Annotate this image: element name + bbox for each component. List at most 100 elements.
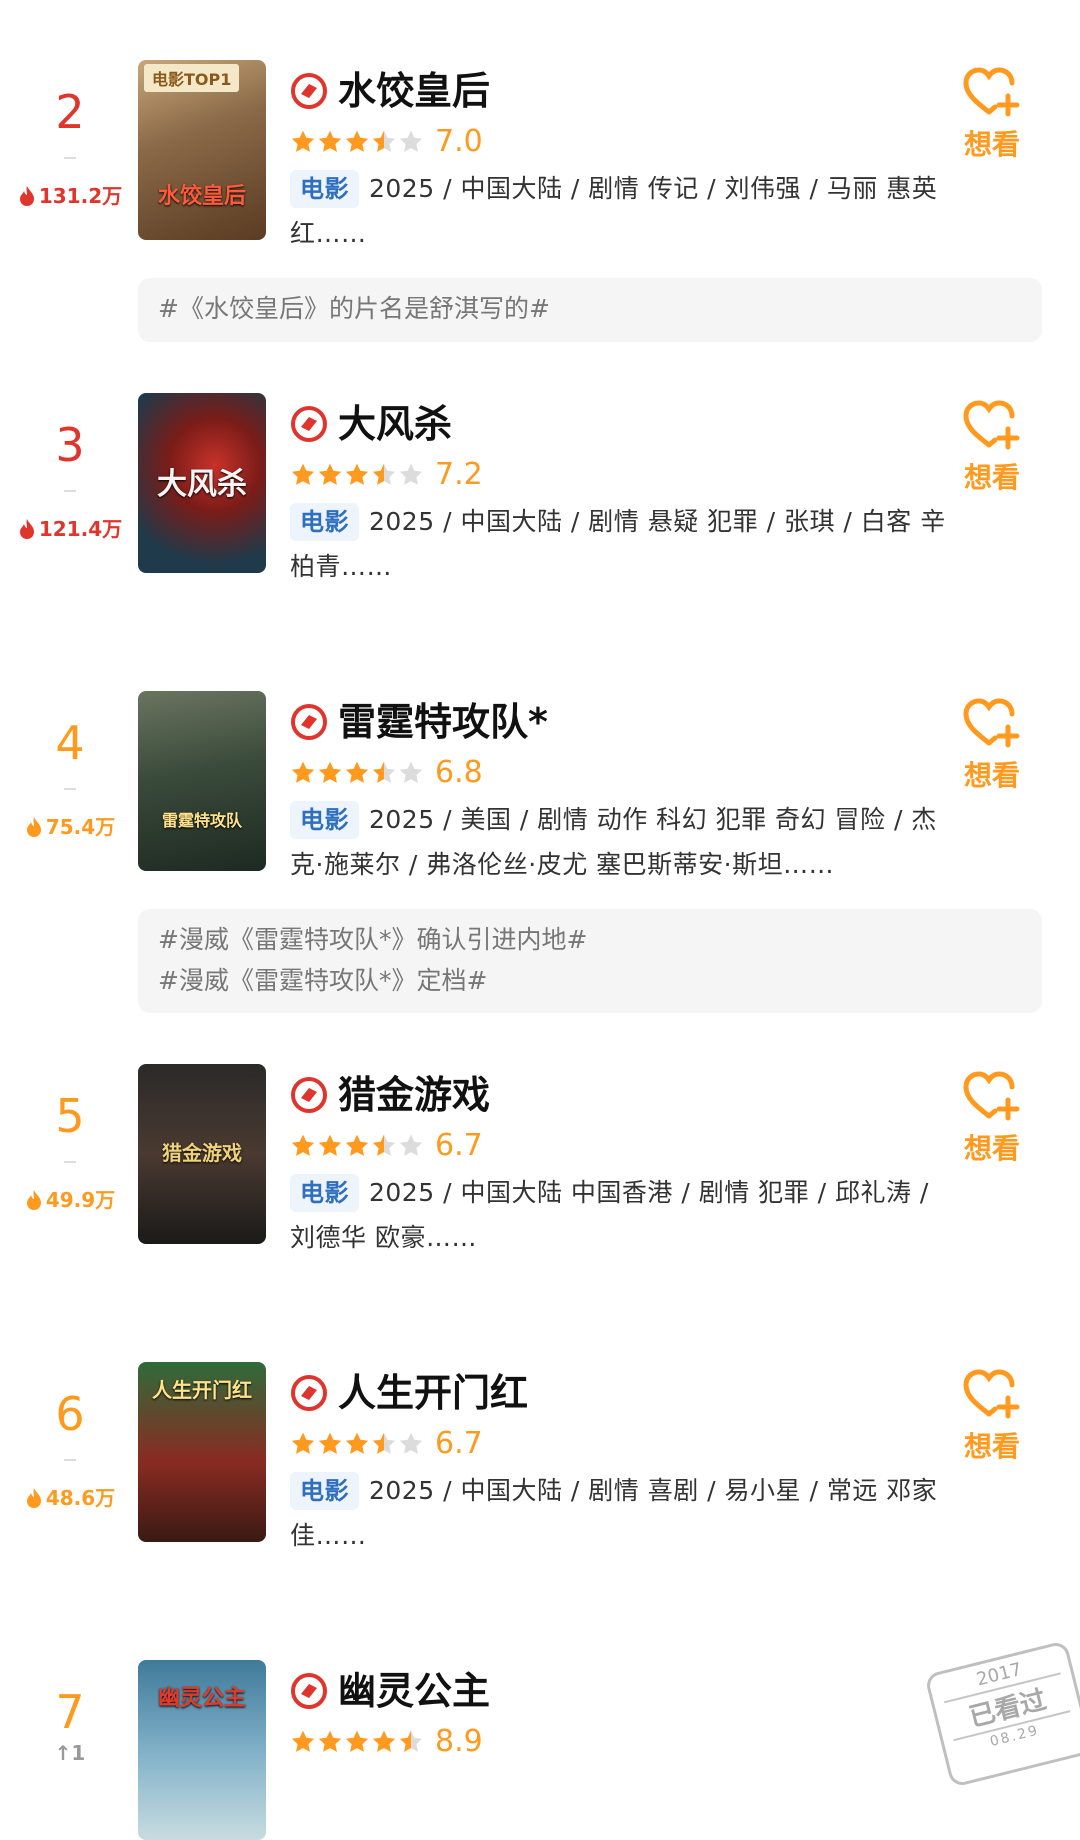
want-to-watch-button[interactable]: 想看	[952, 1070, 1032, 1168]
watched-stamp: 2017 已看过 08.29	[924, 1640, 1080, 1788]
heat-value: 48.6万	[45, 1486, 116, 1510]
rank-change: ↑1	[54, 1741, 86, 1765]
rating-score: 6.7	[435, 1426, 483, 1461]
star-icon	[345, 1134, 369, 1156]
want-to-watch-button[interactable]: 想看	[952, 399, 1032, 497]
movie-meta: 2025 / 中国大陆 中国香港 / 剧情 犯罪 / 邱礼涛 / 刘德华 欧豪……	[290, 1178, 929, 1252]
poster-title: 大风杀	[157, 467, 247, 502]
star-empty-icon	[399, 1134, 423, 1156]
title-row[interactable]: 幽灵公主	[290, 1664, 490, 1718]
movie-desc: 电影 2025 / 中国大陆 中国香港 / 剧情 犯罪 / 邱礼涛 / 刘德华 欧…	[290, 1170, 950, 1260]
title-row[interactable]: 水饺皇后	[290, 64, 490, 118]
star-icon	[372, 1730, 396, 1752]
heat-value: 121.4万	[38, 517, 123, 541]
movie-poster[interactable]: 大风杀	[138, 393, 266, 573]
title-row[interactable]: 雷霆特攻队*	[290, 695, 548, 749]
star-empty-icon	[399, 463, 423, 485]
weibo-movie-icon	[291, 704, 327, 740]
heart-plus-icon	[963, 1071, 1020, 1121]
movie-desc: 电影 2025 / 中国大陆 / 剧情 喜剧 / 易小星 / 常远 邓家佳……	[290, 1468, 950, 1558]
want-label: 想看	[963, 461, 1020, 494]
topic-link[interactable]: #《水饺皇后》的片名是舒淇写的#	[158, 288, 1022, 329]
movie-title[interactable]: 大风杀	[338, 397, 452, 451]
movie-title[interactable]: 雷霆特攻队*	[338, 695, 548, 749]
want-to-watch-button[interactable]: 想看	[952, 66, 1032, 164]
want-to-watch-button[interactable]: 想看	[952, 697, 1032, 795]
star-icon	[318, 761, 342, 783]
movie-desc: 电影 2025 / 美国 / 剧情 动作 科幻 犯罪 奇幻 冒险 / 杰克·施莱尔…	[290, 797, 950, 887]
rating-row: 7.0	[290, 122, 483, 162]
movie-poster[interactable]: 猎金游戏	[138, 1064, 266, 1244]
rank-number: 3	[55, 418, 85, 472]
rank-divider	[64, 1459, 76, 1461]
title-row[interactable]: 猎金游戏	[290, 1068, 490, 1122]
heat-count: 121.4万	[10, 516, 130, 542]
star-half-icon	[372, 463, 396, 485]
rank-divider	[64, 788, 76, 790]
rank-divider	[64, 157, 76, 159]
star-icon	[291, 130, 315, 152]
want-label: 想看	[963, 1430, 1020, 1463]
rating-score: 6.7	[435, 1128, 483, 1163]
star-icon	[291, 463, 315, 485]
poster-rank-tag: 电影TOP1	[144, 64, 240, 92]
rating-row: 6.7	[290, 1126, 483, 1166]
title-row[interactable]: 大风杀	[290, 397, 452, 451]
poster-title: 雷霆特攻队	[161, 811, 242, 830]
want-to-watch-button[interactable]: 想看	[952, 1368, 1032, 1466]
title-row[interactable]: 人生开门红	[290, 1366, 528, 1420]
rank-number: 5	[55, 1089, 85, 1143]
topic-box[interactable]: #漫威《雷霆特攻队*》确认引进内地# #漫威《雷霆特攻队*》定档#	[138, 909, 1042, 1013]
movie-title[interactable]: 人生开门红	[338, 1366, 528, 1420]
rank-divider	[64, 490, 76, 492]
heart-plus-icon	[963, 400, 1020, 450]
heart-plus-icon	[963, 698, 1020, 748]
topic-box[interactable]: #《水饺皇后》的片名是舒淇写的#	[138, 278, 1042, 342]
star-icon	[318, 1432, 342, 1454]
flame-icon	[26, 1488, 41, 1508]
category-badge: 电影	[290, 503, 359, 541]
movie-poster[interactable]: 幽灵公主	[138, 1660, 266, 1840]
poster-title: 幽灵公主	[157, 1685, 246, 1711]
star-icon	[345, 761, 369, 783]
rank-number: 7	[55, 1685, 85, 1739]
heat-count: 48.6万	[10, 1485, 130, 1511]
heart-plus-icon	[963, 1369, 1020, 1419]
heat-value: 75.4万	[45, 815, 116, 839]
star-half-icon	[399, 1730, 423, 1752]
movie-meta: 2025 / 中国大陆 / 剧情 传记 / 刘伟强 / 马丽 惠英红……	[290, 174, 938, 248]
weibo-movie-icon	[291, 1077, 327, 1113]
star-icon	[318, 1134, 342, 1156]
star-icon	[291, 1432, 315, 1454]
topic-link[interactable]: #漫威《雷霆特攻队*》定档#	[158, 960, 1022, 1001]
star-icon	[345, 1432, 369, 1454]
movie-poster[interactable]: 雷霆特攻队	[138, 691, 266, 871]
star-icon	[291, 1134, 315, 1156]
movie-poster[interactable]: 电影TOP1 水饺皇后	[138, 60, 266, 240]
heart-plus-icon	[963, 67, 1020, 117]
rating-row: 7.2	[290, 455, 483, 495]
movie-meta: 2025 / 美国 / 剧情 动作 科幻 犯罪 奇幻 冒险 / 杰克·施莱尔 /…	[290, 805, 937, 879]
star-empty-icon	[399, 761, 423, 783]
category-badge: 电影	[290, 1472, 359, 1510]
star-half-icon	[372, 1134, 396, 1156]
flame-icon	[26, 817, 41, 837]
rank-number: 6	[55, 1387, 85, 1441]
movie-title[interactable]: 幽灵公主	[338, 1664, 490, 1718]
movie-title[interactable]: 猎金游戏	[338, 1068, 490, 1122]
star-half-icon	[372, 761, 396, 783]
star-half-icon	[372, 130, 396, 152]
movie-meta: 2025 / 中国大陆 / 剧情 悬疑 犯罪 / 张琪 / 白客 辛柏青……	[290, 507, 946, 581]
heat-count: 49.9万	[10, 1187, 130, 1213]
rating-row: 6.8	[290, 753, 483, 793]
topic-link[interactable]: #漫威《雷霆特攻队*》确认引进内地#	[158, 919, 1022, 960]
star-empty-icon	[399, 1432, 423, 1454]
movie-poster[interactable]: 人生开门红	[138, 1362, 266, 1542]
movie-desc: 电影 2025 / 中国大陆 / 剧情 传记 / 刘伟强 / 马丽 惠英红……	[290, 166, 950, 256]
movie-title[interactable]: 水饺皇后	[338, 64, 490, 118]
weibo-movie-icon	[291, 1375, 327, 1411]
heat-count: 131.2万	[10, 183, 130, 209]
poster-title: 猎金游戏	[162, 1141, 242, 1165]
heat-value: 49.9万	[45, 1188, 116, 1212]
want-label: 想看	[963, 128, 1020, 161]
